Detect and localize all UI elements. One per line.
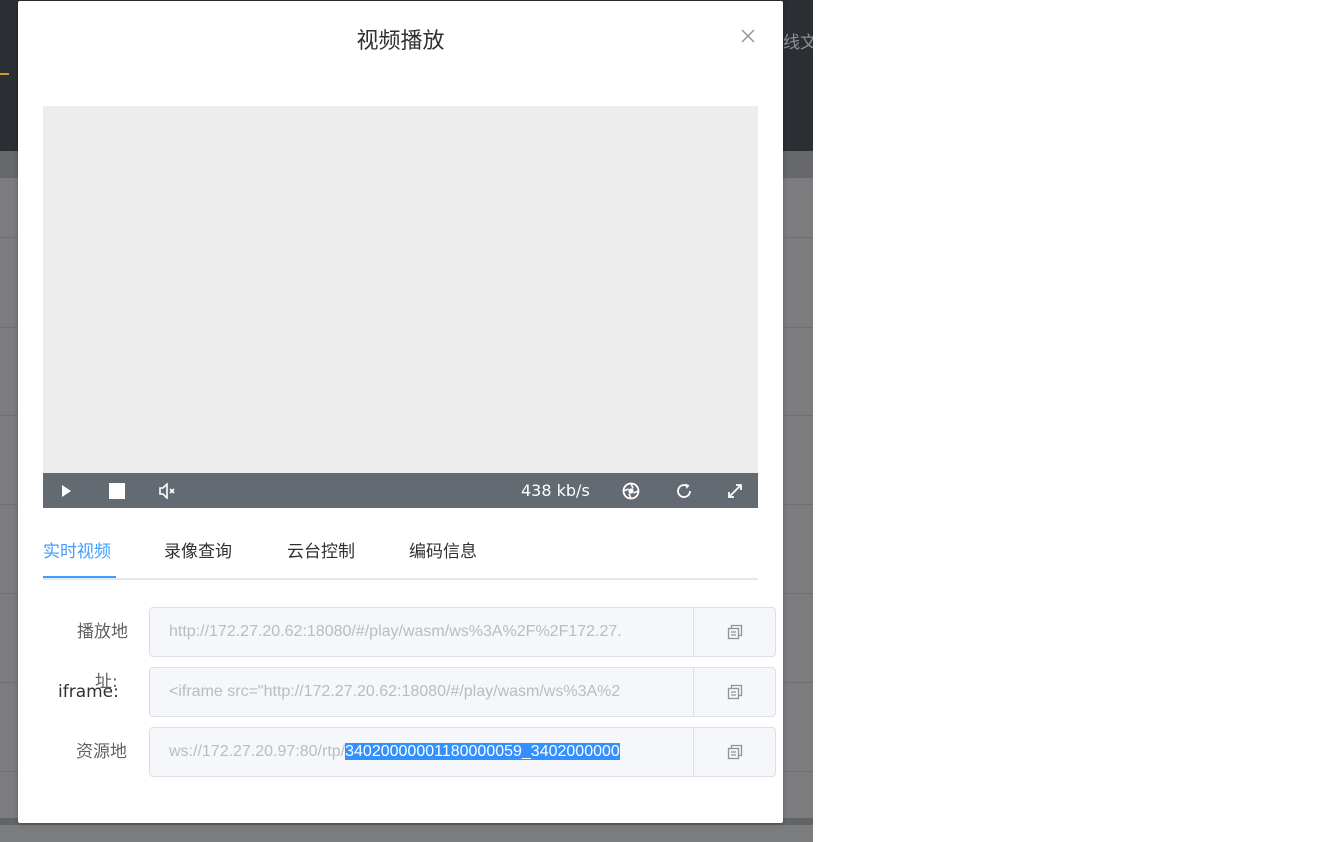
copy-icon [727, 684, 742, 700]
iframe-field: <iframe src="http://172.27.20.62:18080/#… [149, 667, 776, 717]
copy-play-address-button[interactable] [693, 608, 775, 656]
mute-icon[interactable] [157, 473, 179, 508]
resource-address-input[interactable]: ws://172.27.20.97:80/rtp/340200000011800… [169, 728, 674, 776]
resource-address-prefix: ws://172.27.20.97:80/rtp/ [169, 743, 346, 760]
video-surface[interactable] [43, 106, 758, 473]
player-tabs: 实时视频 录像查询 云台控制 编码信息 [43, 536, 758, 580]
iframe-input[interactable]: <iframe src="http://172.27.20.62:18080/#… [169, 668, 674, 716]
stop-icon[interactable] [106, 473, 128, 508]
play-address-label: 播放地 [77, 622, 128, 642]
tab-ptz-control[interactable]: 云台控制 [287, 540, 355, 564]
screenshot-icon[interactable] [620, 473, 642, 508]
copy-iframe-button[interactable] [693, 668, 775, 716]
fullscreen-icon[interactable] [724, 473, 746, 508]
bitrate-display: 438 kb/s [521, 481, 590, 500]
resource-address-label: 资源地 [76, 742, 127, 762]
resource-address-selected-text: 34020000001180000059_3402000000 [345, 743, 620, 760]
copy-icon [727, 744, 742, 760]
close-icon[interactable] [739, 27, 757, 45]
iframe-label: iframe: [58, 682, 119, 702]
tab-live-video[interactable]: 实时视频 [43, 540, 111, 564]
play-address-input[interactable]: http://172.27.20.62:18080/#/play/wasm/ws… [169, 608, 674, 656]
dialog-title: 视频播放 [356, 29, 445, 54]
video-player: 438 kb/s [43, 106, 758, 508]
resource-address-field: ws://172.27.20.97:80/rtp/340200000011800… [149, 727, 776, 777]
background-topbar-text: 线文 [783, 33, 813, 53]
tab-active-indicator [43, 576, 116, 578]
play-icon[interactable] [55, 473, 77, 508]
copy-icon [727, 624, 742, 640]
video-play-dialog: 视频播放 438 kb/s 实时视频 录像查询 云台控制 编码信息 播放地 址:… [18, 1, 783, 823]
player-control-bar: 438 kb/s [43, 473, 758, 508]
background-active-indicator [0, 73, 9, 75]
tab-recording-query[interactable]: 录像查询 [164, 540, 232, 564]
play-address-field: http://172.27.20.62:18080/#/play/wasm/ws… [149, 607, 776, 657]
tab-encoding-info[interactable]: 编码信息 [409, 540, 477, 564]
copy-resource-address-button[interactable] [693, 728, 775, 776]
refresh-icon[interactable] [673, 473, 695, 508]
